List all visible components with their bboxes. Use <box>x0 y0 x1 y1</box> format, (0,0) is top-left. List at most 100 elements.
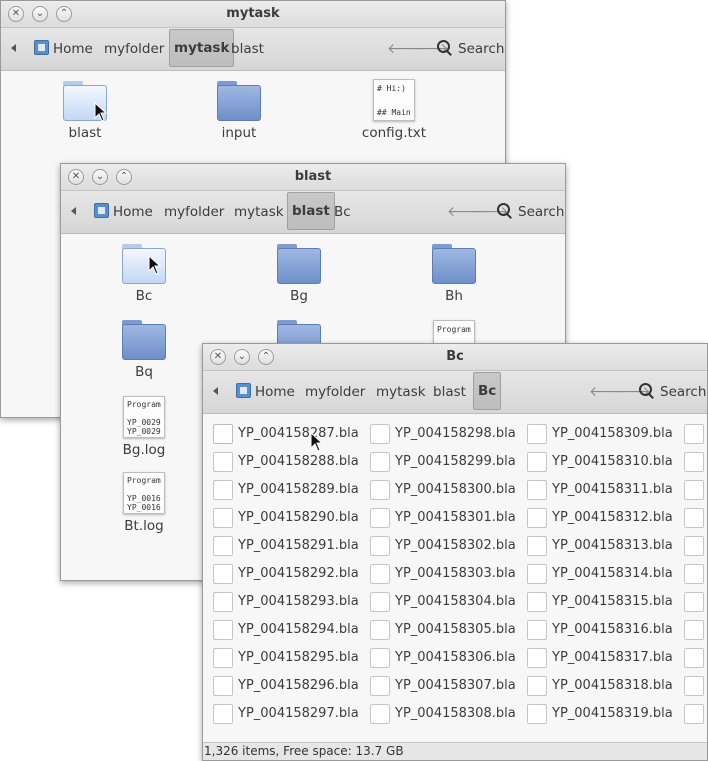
file-icon[interactable] <box>684 676 704 696</box>
crumb-myfolder[interactable]: myfolder <box>164 200 224 224</box>
crumb-blast[interactable]: blast <box>433 380 466 404</box>
file-icon <box>213 648 233 668</box>
file-name: YP_004158312.bla <box>552 510 673 525</box>
file-item[interactable]: Program YP_0016 YP_0016 Bt.log <box>99 472 189 534</box>
mouse-cursor-icon <box>94 102 108 122</box>
file-name: YP_004158316.bla <box>552 622 673 637</box>
file-name: YP_004158318.bla <box>552 678 673 693</box>
crumb-home[interactable]: Home <box>34 37 93 61</box>
file-name: YP_004158304.bla <box>395 594 516 609</box>
file-icon <box>370 536 390 556</box>
file-icon[interactable] <box>684 424 704 444</box>
file-icon <box>370 648 390 668</box>
crumb-home[interactable]: Home <box>236 380 295 404</box>
search-icon <box>639 383 655 399</box>
crumb-bc[interactable]: Bc <box>334 200 351 224</box>
file-icon <box>370 676 390 696</box>
text-file-icon: Program YP_0016 YP_0016 <box>123 472 165 514</box>
titlebar: ✕ ⌄ ⌃ Bc <box>203 344 707 371</box>
file-name: YP_004158294.bla <box>238 622 359 637</box>
crumb-blast[interactable]: blast <box>231 37 264 61</box>
file-name: YP_004158287.bla <box>238 426 359 441</box>
mouse-cursor-icon <box>148 255 162 275</box>
file-name: YP_004158306.bla <box>395 650 516 665</box>
file-icon[interactable] <box>684 592 704 612</box>
file-name: YP_004158293.bla <box>238 594 359 609</box>
location-toolbar: Home myfolder mytask blast 🡐 🡒 Search <box>1 28 505 71</box>
file-name: YP_004158315.bla <box>552 594 673 609</box>
search-button[interactable]: Search <box>639 380 706 404</box>
breadcrumb-scroll-left-icon[interactable] <box>213 387 218 395</box>
crumb-home[interactable]: Home <box>94 200 153 224</box>
file-name: YP_004158292.bla <box>238 566 359 581</box>
file-icon <box>213 620 233 640</box>
item-label: Bt.log <box>124 518 164 534</box>
file-name: YP_004158319.bla <box>552 706 673 721</box>
file-icon <box>527 704 547 724</box>
folder-item[interactable]: Bc <box>99 244 189 304</box>
item-label: input <box>221 125 257 141</box>
search-icon <box>437 40 453 56</box>
folder-icon <box>217 81 261 121</box>
file-name: YP_004158289.bla <box>238 482 359 497</box>
file-icon[interactable] <box>684 508 704 528</box>
search-button[interactable]: Search <box>497 200 564 224</box>
file-name: YP_004158309.bla <box>552 426 673 441</box>
crumb-mytask[interactable]: mytask <box>234 200 284 224</box>
file-name: YP_004158314.bla <box>552 566 673 581</box>
breadcrumb-scroll-left-icon[interactable] <box>11 44 16 52</box>
window-bc: ✕ ⌄ ⌃ Bc Home myfolder mytask blast Bc 🡐… <box>202 343 708 761</box>
folder-item[interactable]: Bh <box>409 244 499 304</box>
mouse-cursor-icon <box>310 432 324 452</box>
file-icon[interactable] <box>684 620 704 640</box>
file-icon <box>527 480 547 500</box>
file-name: YP_004158288.bla <box>238 454 359 469</box>
file-icon <box>527 592 547 612</box>
titlebar: ✕ ⌄ ⌃ blast <box>61 164 565 191</box>
folder-item[interactable]: blast <box>40 81 130 141</box>
file-icon[interactable] <box>684 480 704 500</box>
file-icon[interactable] <box>684 704 704 724</box>
file-name: YP_004158295.bla <box>238 650 359 665</box>
crumb-mytask[interactable]: mytask <box>376 380 426 404</box>
crumb-bc[interactable]: Bc <box>473 372 502 410</box>
file-name: YP_004158305.bla <box>395 622 516 637</box>
home-icon <box>94 203 109 218</box>
window-title: mytask <box>226 6 280 21</box>
file-icon[interactable] <box>684 648 704 668</box>
folder-item[interactable]: input <box>194 81 284 141</box>
file-icon <box>213 592 233 612</box>
file-icon <box>370 620 390 640</box>
file-icon <box>527 452 547 472</box>
file-icon <box>213 452 233 472</box>
status-bar: 1,326 items, Free space: 13.7 GB <box>203 742 707 760</box>
folder-icon <box>122 320 166 360</box>
file-icon[interactable] <box>684 564 704 584</box>
file-name: YP_004158297.bla <box>238 706 359 721</box>
crumb-blast[interactable]: blast <box>287 192 335 230</box>
file-icon <box>527 620 547 640</box>
file-icon <box>370 704 390 724</box>
titlebar: ✕ ⌄ ⌃ mytask <box>1 1 505 28</box>
crumb-myfolder[interactable]: myfolder <box>305 380 365 404</box>
folder-icon <box>277 244 321 284</box>
file-name: YP_004158299.bla <box>395 454 516 469</box>
file-item[interactable]: Program YP_0029 YP_0029 Bg.log <box>99 396 189 458</box>
file-name: YP_004158302.bla <box>395 538 516 553</box>
file-name: YP_004158313.bla <box>552 538 673 553</box>
file-icon <box>527 648 547 668</box>
file-name: YP_004158307.bla <box>395 678 516 693</box>
folder-item[interactable]: Bg <box>254 244 344 304</box>
file-name: YP_004158298.bla <box>395 426 516 441</box>
search-icon <box>497 203 513 219</box>
file-icon <box>213 424 233 444</box>
file-icon[interactable] <box>684 536 704 556</box>
file-item[interactable]: # Hi:) ## Main config.txt <box>349 79 439 141</box>
file-icon[interactable] <box>684 452 704 472</box>
crumb-myfolder[interactable]: myfolder <box>104 37 164 61</box>
search-button[interactable]: Search <box>437 37 504 61</box>
folder-item[interactable]: Bq <box>99 320 189 380</box>
breadcrumb-scroll-left-icon[interactable] <box>71 207 76 215</box>
file-name: YP_004158308.bla <box>395 706 516 721</box>
crumb-mytask[interactable]: mytask <box>169 29 235 67</box>
